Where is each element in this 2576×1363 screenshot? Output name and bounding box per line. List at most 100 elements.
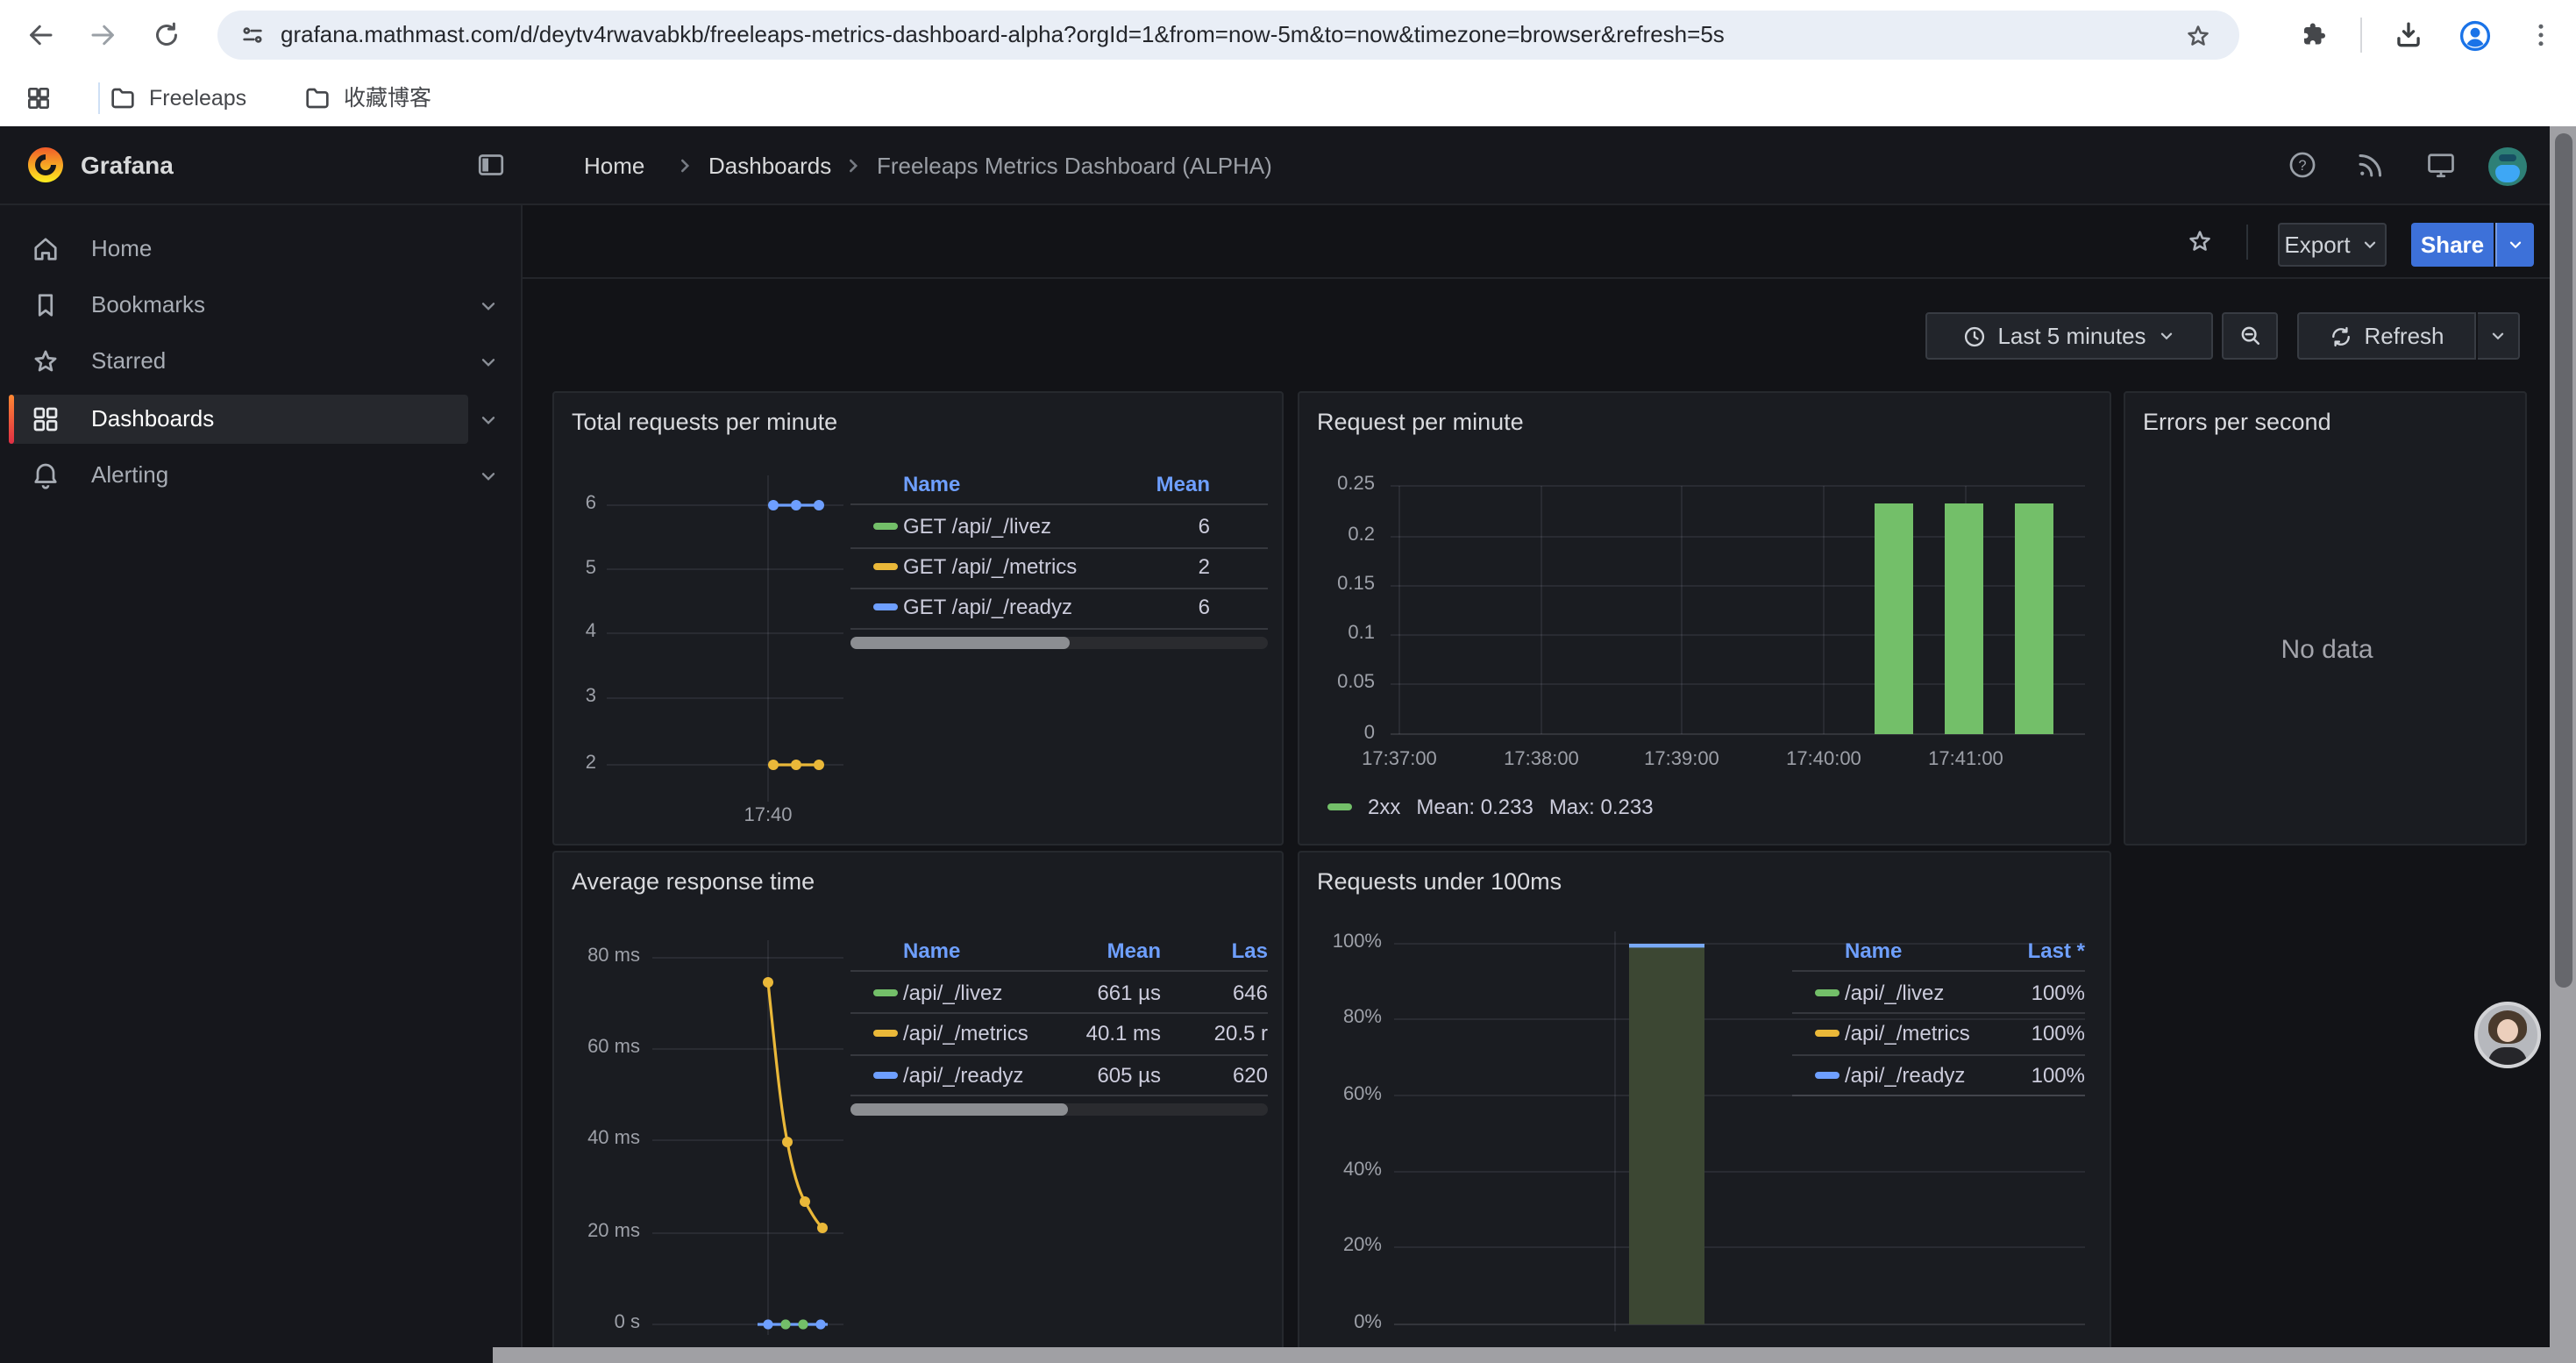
chevron-down-icon[interactable] — [477, 295, 500, 318]
legend-row-name[interactable]: GET /api/_/metrics — [903, 554, 1077, 579]
sidebar-item-label: Bookmarks — [91, 281, 205, 330]
series-swatch[interactable] — [873, 1030, 898, 1037]
chevron-down-icon[interactable] — [477, 409, 500, 432]
download-icon[interactable] — [2392, 18, 2425, 51]
sidebar-item-starred[interactable]: Starred — [0, 337, 523, 386]
refresh-interval-button[interactable] — [2478, 312, 2520, 360]
brand-name[interactable]: Grafana — [81, 151, 174, 179]
legend-row-name[interactable]: /api/_/readyz — [903, 1063, 1023, 1088]
sidebar-item-dashboards[interactable]: Dashboards — [0, 395, 523, 444]
series-swatch[interactable] — [1815, 1030, 1839, 1037]
page-horizontal-scrollbar[interactable] — [493, 1347, 2576, 1363]
sidebar-item-home[interactable]: Home — [0, 225, 523, 274]
series-swatch[interactable] — [873, 1072, 898, 1079]
bookmark-folder-blogs[interactable]: 收藏博客 — [303, 70, 431, 126]
chevron-right-icon — [673, 154, 696, 177]
chevron-down-icon[interactable] — [477, 465, 500, 488]
series-swatch[interactable] — [873, 563, 898, 570]
breadcrumb-home[interactable]: Home — [584, 126, 644, 205]
address-bar[interactable]: grafana.mathmast.com/d/deytv4rwavabkb/fr… — [217, 11, 2239, 60]
legend-scrollbar-thumb[interactable] — [850, 1103, 1068, 1116]
time-range-label: Last 5 minutes — [1997, 323, 2145, 349]
legend-row-name[interactable]: /api/_/metrics — [903, 1021, 1028, 1045]
chevron-down-icon[interactable] — [477, 351, 500, 374]
legend-header-mean[interactable]: Mean — [1056, 938, 1161, 963]
panel-title[interactable]: Requests under 100ms — [1317, 868, 1562, 895]
toolbar-separator — [2360, 18, 2362, 53]
legend-row-value: 6 — [1140, 514, 1210, 539]
dashboard-toolbar: Export Share — [523, 205, 2576, 279]
legend-header-name[interactable]: Name — [903, 472, 960, 496]
legend-row-name[interactable]: /api/_/metrics — [1845, 1021, 1970, 1045]
url-text[interactable]: grafana.mathmast.com/d/deytv4rwavabkb/fr… — [281, 11, 2139, 60]
legend-header-last[interactable]: Last * — [1962, 938, 2085, 963]
area-chart[interactable] — [1394, 931, 2085, 1338]
grafana-logo[interactable] — [25, 144, 67, 186]
zoom-out-button[interactable] — [2222, 312, 2278, 360]
legend-header-name[interactable]: Name — [1845, 938, 1902, 963]
line-chart[interactable] — [652, 940, 843, 1340]
forward-icon[interactable] — [88, 19, 119, 51]
legend-row-name[interactable]: /api/_/readyz — [1845, 1063, 1965, 1088]
apps-grid-icon[interactable] — [25, 84, 53, 112]
series-swatch[interactable] — [873, 603, 898, 610]
profile-icon[interactable] — [2457, 17, 2494, 54]
browser-menu-icon[interactable] — [2525, 19, 2557, 51]
legend-header-name[interactable]: Name — [903, 938, 960, 963]
legend-scrollbar-thumb[interactable] — [850, 637, 1070, 649]
help-icon[interactable]: ? — [2287, 149, 2318, 181]
legend-row-mean: 40.1 ms — [1056, 1021, 1161, 1045]
legend-row-name[interactable]: GET /api/_/readyz — [903, 595, 1072, 619]
series-swatch[interactable] — [1815, 1072, 1839, 1079]
legend-header-mean[interactable]: Mean — [1080, 472, 1210, 496]
legend-header-last[interactable]: Las — [1177, 938, 1268, 963]
grafana-header: Grafana Home Dashboards Freeleaps Metric… — [0, 126, 2576, 205]
bar-chart[interactable] — [1391, 472, 2085, 739]
export-button[interactable]: Export — [2278, 223, 2387, 267]
y-tick: 0 — [1299, 723, 1375, 744]
y-tick: 20% — [1299, 1235, 1382, 1256]
user-avatar[interactable] — [2488, 147, 2527, 186]
share-button[interactable]: Share — [2411, 223, 2494, 267]
panel-requests-under-100ms: Requests under 100ms 100% 80% 60% 40% 20… — [1298, 851, 2111, 1363]
legend-row-name[interactable]: /api/_/livez — [1845, 981, 1944, 1005]
series-swatch[interactable] — [873, 523, 898, 530]
time-range-picker[interactable]: Last 5 minutes — [1925, 312, 2213, 360]
toolbar-divider — [2246, 225, 2248, 260]
legend-row-name[interactable]: /api/_/livez — [903, 981, 1002, 1005]
favorite-star-icon[interactable] — [2185, 226, 2215, 256]
page-vertical-scrollbar-thumb[interactable] — [2554, 133, 2572, 988]
sidebar-item-alerting[interactable]: Alerting — [0, 451, 523, 500]
y-tick: 0.25 — [1299, 474, 1375, 495]
y-tick: 80% — [1299, 1007, 1382, 1028]
panel-title[interactable]: Total requests per minute — [572, 409, 837, 435]
dashboards-grid-icon — [30, 403, 61, 435]
site-settings-icon[interactable] — [238, 21, 267, 49]
bookmark-star-icon[interactable] — [2183, 20, 2213, 50]
reload-icon[interactable] — [151, 19, 182, 51]
legend-mean: Mean: 0.233 — [1416, 795, 1533, 819]
monitor-icon[interactable] — [2425, 149, 2457, 181]
breadcrumb-dashboards[interactable]: Dashboards — [708, 126, 831, 205]
refresh-button[interactable]: Refresh — [2297, 312, 2476, 360]
y-tick: 0.15 — [1299, 574, 1375, 595]
panel-title[interactable]: Average response time — [572, 868, 815, 895]
extensions-icon[interactable] — [2299, 19, 2330, 51]
no-data-text: No data — [2125, 635, 2529, 665]
bookmark-folder-freeleaps[interactable]: Freeleaps — [109, 70, 246, 126]
line-chart[interactable] — [600, 475, 843, 812]
sidebar-item-bookmarks[interactable]: Bookmarks — [0, 281, 523, 330]
series-swatch[interactable] — [873, 989, 898, 996]
news-rss-icon[interactable] — [2355, 149, 2387, 181]
back-icon[interactable] — [25, 19, 56, 51]
share-menu-button[interactable] — [2495, 223, 2534, 267]
sidebar-toggle-icon[interactable] — [475, 149, 507, 181]
series-swatch[interactable] — [1815, 989, 1839, 996]
y-tick: 0 s — [558, 1312, 640, 1333]
legend[interactable]: 2xx Mean: 0.233 Max: 0.233 — [1327, 795, 1654, 819]
panel-title[interactable]: Request per minute — [1317, 409, 1524, 435]
panel-title[interactable]: Errors per second — [2143, 409, 2331, 435]
y-tick: 6 — [554, 493, 596, 514]
legend-row-name[interactable]: GET /api/_/livez — [903, 514, 1051, 539]
floating-assistant-avatar[interactable] — [2474, 1002, 2541, 1068]
